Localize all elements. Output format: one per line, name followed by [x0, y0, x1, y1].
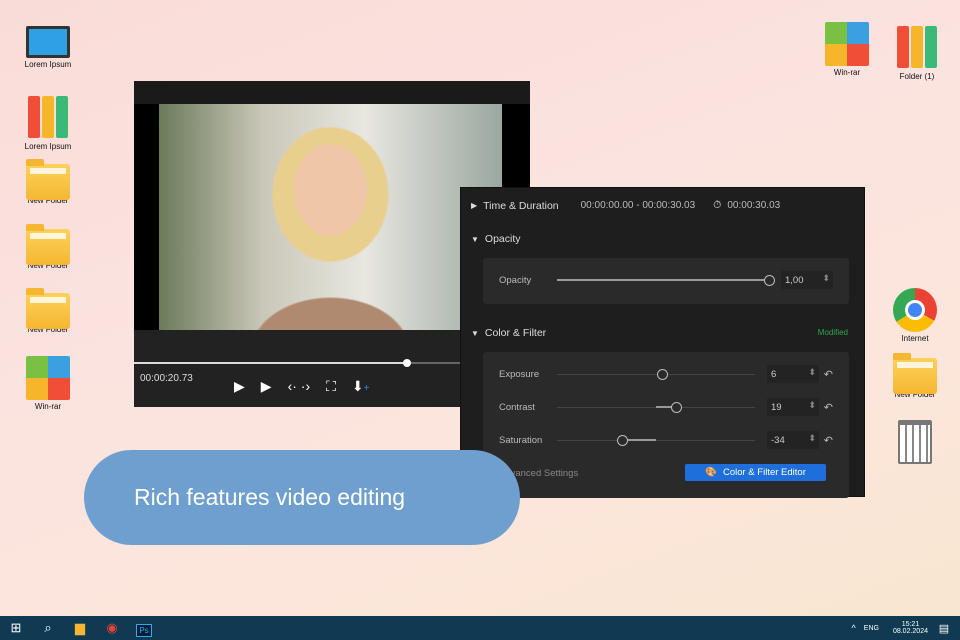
modified-badge: Modified: [817, 328, 848, 337]
palette-icon: 🎨: [705, 467, 717, 478]
banner-text: Rich features video editing: [134, 484, 406, 510]
section-time-duration[interactable]: ▶ Time & Duration 00:00:00.00 - 00:00:30.…: [471, 199, 780, 212]
winrar-icon: [26, 356, 70, 400]
saturation-label: Saturation: [499, 434, 543, 446]
tray-chevron-icon[interactable]: ^: [852, 623, 856, 633]
caret-down-icon: ▼: [471, 234, 479, 244]
slider-thumb[interactable]: [764, 274, 775, 286]
slider-thumb[interactable]: [617, 434, 629, 446]
icon-label: Folder (1): [899, 72, 935, 81]
desktop-icon-folder[interactable]: New Folder: [13, 287, 83, 334]
notifications-icon[interactable]: ▤: [928, 622, 960, 635]
opacity-row: Opacity 1,00: [499, 270, 833, 290]
prev-next-frame-icon[interactable]: ‹· ·›: [288, 378, 311, 395]
duration: 00:00:30.03: [727, 200, 781, 211]
section-opacity[interactable]: ▼ Opacity: [471, 233, 521, 245]
contrast-input[interactable]: 19: [767, 398, 819, 416]
saturation-slider[interactable]: [557, 434, 755, 446]
exposure-row: Exposure 6↶: [499, 364, 833, 384]
section-title: Color & Filter: [484, 327, 547, 339]
saturation-input[interactable]: -34: [767, 431, 819, 449]
timeline-progress: [134, 362, 408, 364]
desktop-icon-computer[interactable]: Lorem Ipsum: [13, 26, 83, 69]
folder-icon: [893, 353, 937, 394]
timeline-handle[interactable]: [403, 359, 412, 367]
search-icon[interactable]: ⌕: [32, 620, 64, 636]
windows-start-icon[interactable]: ⊞: [0, 620, 32, 636]
desktop-icon-binders[interactable]: Folder (1): [882, 26, 952, 81]
color-filter-editor-button[interactable]: 🎨 Color & Filter Editor: [685, 464, 826, 481]
crop-icon[interactable]: ⛶: [326, 378, 336, 395]
contrast-slider[interactable]: [557, 401, 755, 413]
photoshop-icon[interactable]: Ps: [128, 621, 160, 637]
slider-thumb[interactable]: [656, 368, 668, 380]
icon-label: Win-rar: [833, 68, 861, 77]
clock-time: 15:21: [901, 621, 920, 628]
reset-icon[interactable]: ↶: [819, 401, 833, 414]
play-range-icon[interactable]: ▶: [261, 378, 272, 395]
saturation-row: Saturation -34↶: [499, 430, 833, 450]
desktop-icon-binders[interactable]: Lorem Ipsum: [13, 96, 83, 151]
caret-right-icon: ▶: [471, 201, 478, 210]
icon-label: Lorem Ipsum: [24, 142, 72, 151]
exposure-slider[interactable]: [557, 368, 755, 380]
section-title: Time & Duration: [483, 199, 559, 212]
contrast-row: Contrast 19↶: [499, 397, 833, 417]
folder-icon: [26, 288, 70, 329]
desktop-icon-winrar[interactable]: Win-rar: [13, 356, 83, 411]
opacity-input[interactable]: 1,00: [781, 271, 833, 289]
binders-icon: [26, 96, 70, 140]
time-range: 00:00:00.00 - 00:00:30.03: [580, 200, 696, 211]
chrome-icon[interactable]: ◉: [96, 620, 128, 636]
chrome-icon: [893, 288, 937, 332]
computer-icon: [26, 26, 70, 58]
clock-date: 08.02.2024: [892, 628, 928, 635]
play-icon[interactable]: ▶: [234, 378, 245, 395]
opacity-label: Opacity: [499, 274, 532, 286]
video-frame: [159, 104, 502, 330]
folder-icon: [26, 224, 70, 265]
desktop-icon-internet[interactable]: Internet: [880, 288, 950, 343]
reset-icon[interactable]: ↶: [819, 368, 833, 381]
language-indicator[interactable]: ENG: [864, 625, 879, 632]
section-title: Opacity: [484, 233, 521, 245]
stopwatch-icon: ⏱: [713, 199, 722, 211]
feature-banner: Rich features video editing: [84, 450, 520, 545]
add-marker-icon[interactable]: ⬇+: [352, 378, 370, 395]
reset-icon[interactable]: ↶: [819, 434, 833, 447]
caret-down-icon: ▼: [471, 328, 479, 338]
binders-icon: [895, 26, 939, 70]
exposure-input[interactable]: 6: [767, 365, 819, 383]
exposure-label: Exposure: [499, 368, 540, 380]
icon-label: Lorem Ipsum: [24, 60, 72, 69]
opacity-slider[interactable]: [557, 274, 775, 286]
desktop-icon-trash[interactable]: [880, 420, 950, 466]
desktop-icon-folder[interactable]: New Folder: [13, 223, 83, 270]
taskbar: ⊞ ⌕ ▆ ◉ Ps ^ ENG 15:21 08.02.2024 ▤: [0, 616, 960, 640]
section-color-filter[interactable]: ▼ Color & Filter: [471, 327, 546, 339]
button-label: Color & Filter Editor: [722, 467, 806, 478]
current-time: 00:00:20.73: [140, 373, 193, 384]
slider-thumb[interactable]: [670, 401, 682, 413]
icon-label: Win-rar: [34, 402, 62, 411]
player-titlebar: [134, 81, 530, 104]
file-explorer-icon[interactable]: ▆: [64, 620, 96, 636]
contrast-label: Contrast: [499, 401, 535, 413]
icon-label: Internet: [901, 334, 929, 343]
clock[interactable]: 15:21 08.02.2024: [893, 621, 928, 635]
desktop-icon-winrar[interactable]: Win-rar: [812, 22, 882, 77]
desktop-icon-folder[interactable]: New Folder: [13, 158, 83, 205]
desktop-icon-folder[interactable]: New Folder: [880, 352, 950, 399]
properties-panel: ▶ Time & Duration 00:00:00.00 - 00:00:30.…: [460, 187, 865, 498]
winrar-icon: [825, 22, 869, 66]
folder-icon: [26, 159, 70, 200]
trash-icon: [898, 420, 932, 464]
